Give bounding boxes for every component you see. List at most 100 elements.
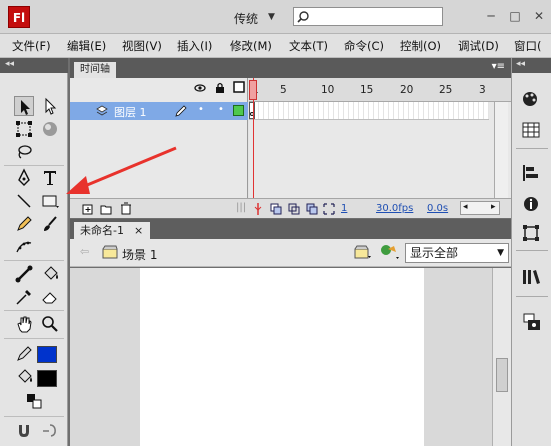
paint-bucket-tool[interactable]	[40, 264, 60, 284]
chevron-down-icon[interactable]: ▼	[268, 12, 275, 22]
stage-scrollbar[interactable]	[492, 268, 511, 446]
back-arrow-icon[interactable]: ⇦	[80, 245, 89, 258]
menu-window[interactable]: 窗口(	[514, 38, 542, 54]
tools-panel-header[interactable]: ◂◂	[0, 58, 68, 73]
3d-rotation-tool[interactable]	[40, 119, 60, 139]
workspace-switcher[interactable]: 传统	[234, 10, 258, 27]
rectangle-tool[interactable]	[40, 191, 60, 211]
close-button[interactable]: ✕	[528, 7, 550, 25]
panel-dock-header[interactable]: ◂◂	[512, 58, 551, 73]
text-tool[interactable]	[40, 168, 60, 188]
layer-row[interactable]: 图层 1 • •	[70, 102, 248, 120]
fill-color-swatch[interactable]	[37, 370, 57, 387]
free-transform-tool[interactable]	[14, 119, 34, 139]
zoom-tool[interactable]	[40, 314, 60, 334]
align-icon[interactable]	[522, 164, 540, 182]
smooth-button[interactable]	[40, 421, 60, 441]
maximize-button[interactable]: □	[504, 7, 526, 25]
bone-tool[interactable]	[14, 264, 34, 284]
layer-name[interactable]: 图层 1	[114, 104, 147, 120]
outline-icon[interactable]	[233, 81, 245, 93]
hand-icon	[17, 316, 32, 333]
menu-insert[interactable]: 插入(I)	[177, 38, 212, 54]
eye-icon[interactable]	[194, 82, 206, 94]
document-tab-label: 未命名-1	[80, 224, 124, 237]
selection-tool[interactable]	[14, 96, 34, 116]
line-tool[interactable]	[14, 191, 34, 211]
close-icon[interactable]: ×	[134, 222, 143, 239]
menu-commands[interactable]: 命令(C)	[344, 38, 384, 54]
tab-timeline[interactable]: 时间轴	[74, 62, 116, 78]
menu-edit[interactable]: 编辑(E)	[67, 38, 106, 54]
minimize-button[interactable]: ─	[480, 7, 502, 25]
menu-file[interactable]: 文件(F)	[12, 38, 51, 54]
collapse-icon[interactable]: ◂◂	[5, 59, 14, 69]
stroke-color-swatch[interactable]	[37, 346, 57, 363]
swap-colors-button[interactable]	[24, 391, 44, 411]
brush-tool[interactable]	[40, 214, 60, 234]
search-input[interactable]	[293, 7, 443, 26]
frame-ruler[interactable]: 1 5 10 15 20 25 3	[249, 78, 511, 102]
lock-icon[interactable]	[215, 81, 225, 94]
scroll-right-icon[interactable]: ▸	[491, 202, 496, 212]
eyedropper-tool[interactable]	[14, 287, 34, 307]
free-transform-icon	[16, 121, 32, 137]
swatches-icon[interactable]	[522, 122, 540, 138]
onion-skin-outlines-icon[interactable]	[288, 203, 300, 215]
menu-view[interactable]: 视图(V)	[122, 38, 162, 54]
stage[interactable]	[140, 268, 424, 446]
scrollbar-thumb[interactable]	[496, 358, 508, 392]
visibility-dot[interactable]: •	[198, 104, 204, 115]
zoom-select[interactable]: 显示全部 ▼	[405, 243, 509, 263]
menu-control[interactable]: 控制(O)	[400, 38, 441, 54]
hand-tool[interactable]	[14, 314, 34, 334]
info-icon[interactable]	[522, 195, 540, 213]
menu-modify[interactable]: 修改(M)	[230, 38, 272, 54]
modify-onion-markers-icon[interactable]	[323, 203, 335, 215]
fill-color-icon	[18, 369, 32, 383]
eyedropper-icon	[16, 290, 31, 305]
tab-document[interactable]: 未命名-1 ×	[74, 222, 150, 239]
panel-menu-icon[interactable]: ▾≡	[492, 61, 505, 72]
snap-to-objects-button[interactable]	[14, 421, 34, 441]
new-folder-icon[interactable]	[100, 203, 112, 215]
expand-icon[interactable]: ◂◂	[516, 59, 525, 69]
title-bar: Fl 传统 ▼ ─ □ ✕	[0, 0, 551, 34]
new-layer-icon[interactable]	[82, 203, 94, 215]
ruler-label: 15	[360, 84, 374, 96]
subselection-tool[interactable]	[40, 96, 60, 116]
timeline-hscroll[interactable]: ◂ ▸	[460, 201, 500, 215]
lock-dot[interactable]: •	[218, 104, 224, 115]
playhead[interactable]	[249, 80, 257, 100]
frame-row[interactable]	[249, 102, 489, 120]
scroll-left-icon[interactable]: ◂	[463, 202, 468, 212]
onion-skin-icon[interactable]	[270, 203, 282, 215]
frame-rate[interactable]: 30.0fps	[376, 203, 413, 214]
scene-label[interactable]: 场景 1	[122, 246, 157, 263]
transform-icon[interactable]	[522, 224, 540, 242]
fill-color-tool[interactable]	[14, 367, 34, 387]
layer-outline-color[interactable]	[233, 105, 244, 116]
edit-multiple-frames-icon[interactable]	[306, 203, 318, 215]
pencil-tool[interactable]	[14, 214, 34, 234]
keyframe[interactable]	[249, 102, 255, 119]
delete-icon[interactable]	[120, 202, 132, 215]
edit-scene-icon[interactable]	[354, 244, 372, 260]
tools-divider	[4, 338, 64, 339]
menu-debug[interactable]: 调试(D)	[458, 38, 499, 54]
lasso-tool[interactable]	[14, 142, 34, 162]
components-icon[interactable]	[522, 312, 542, 332]
pen-tool[interactable]	[14, 168, 34, 188]
deco-tool[interactable]	[14, 237, 34, 257]
library-icon[interactable]	[522, 268, 542, 286]
stroke-color-tool[interactable]	[14, 344, 34, 364]
current-frame[interactable]: 1	[341, 203, 347, 214]
timeline-scrollbar[interactable]	[494, 102, 508, 198]
elapsed-time[interactable]: 0.0s	[427, 203, 448, 214]
edit-symbols-icon[interactable]	[380, 243, 400, 261]
color-panel-icon[interactable]	[522, 90, 542, 108]
eraser-tool[interactable]	[40, 287, 60, 307]
menu-text[interactable]: 文本(T)	[289, 38, 328, 54]
center-frame-icon[interactable]	[254, 203, 262, 215]
chevron-down-icon[interactable]: ▼	[497, 244, 504, 262]
